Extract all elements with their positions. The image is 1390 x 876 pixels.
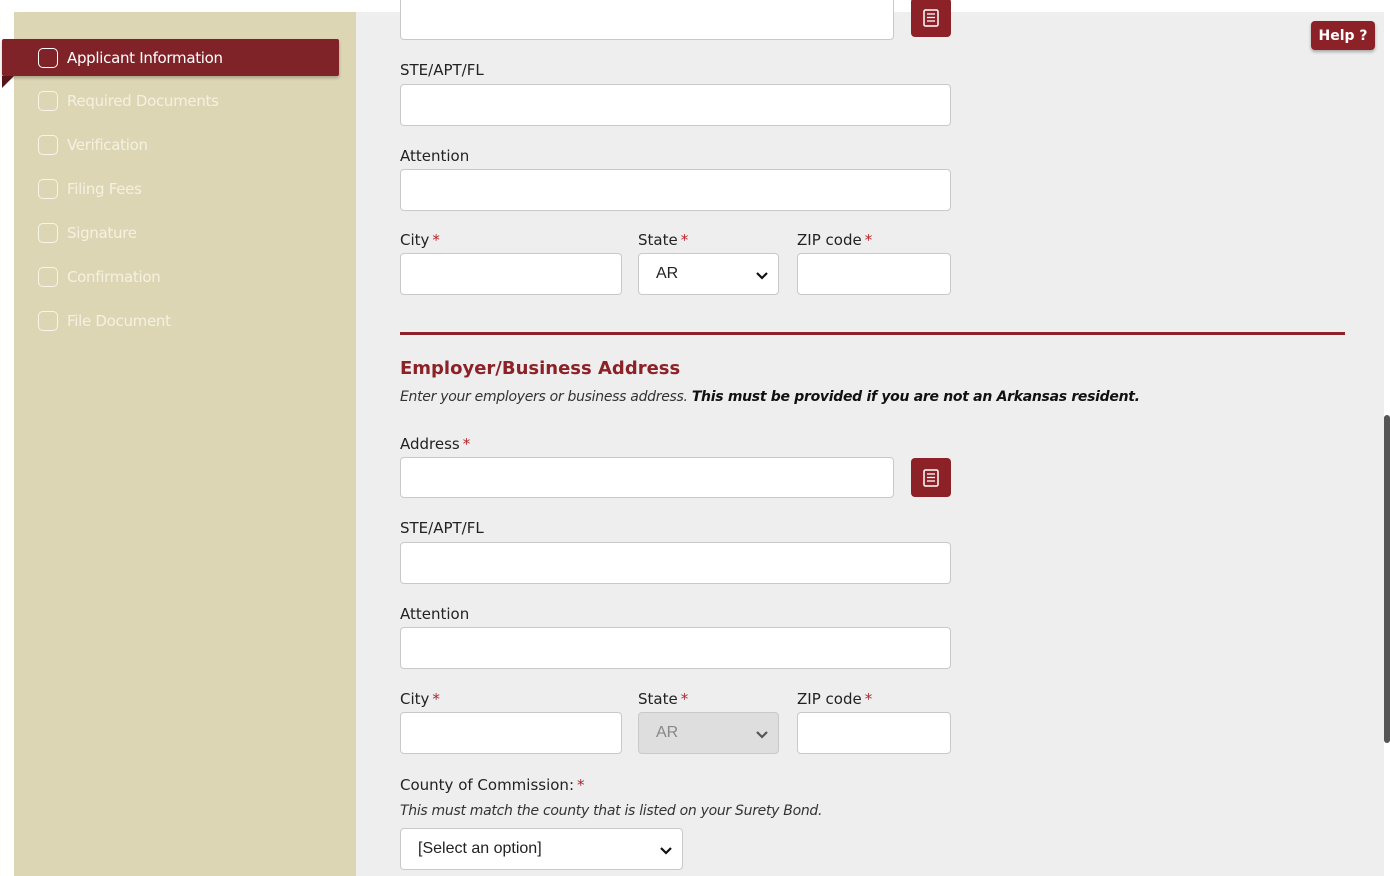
employer-zip-input[interactable]	[797, 712, 951, 754]
step-checkbox-icon	[38, 91, 58, 111]
suite-label: STE/APT/FL	[400, 519, 484, 537]
county-hint: This must match the county that is liste…	[400, 803, 823, 819]
home-state-select[interactable]: AR	[638, 253, 779, 295]
home-attention-input[interactable]	[400, 169, 951, 211]
address-book-icon	[923, 8, 939, 27]
step-checkbox-icon	[38, 311, 58, 331]
step-label: Required Documents	[67, 92, 219, 110]
step-tab-fold	[2, 76, 14, 88]
zip-label: ZIP code *	[797, 231, 873, 249]
step-label: Confirmation	[67, 268, 161, 286]
step-checkbox-icon	[38, 47, 58, 68]
employer-attention-input[interactable]	[400, 627, 951, 669]
section-title: Employer/Business Address	[400, 358, 681, 379]
step-label: Signature	[67, 224, 137, 242]
step-required-documents[interactable]: Required Documents	[38, 87, 219, 115]
step-applicant-information[interactable]: Applicant Information	[2, 39, 339, 76]
chevron-down-icon	[756, 272, 768, 280]
step-verification[interactable]: Verification	[38, 131, 148, 159]
step-label: Applicant Information	[67, 48, 223, 67]
home-zip-input[interactable]	[797, 253, 951, 295]
step-label: Verification	[67, 136, 148, 154]
step-checkbox-icon	[38, 179, 58, 199]
chevron-down-icon	[756, 731, 768, 739]
home-address-lookup-button[interactable]	[911, 0, 951, 37]
step-signature[interactable]: Signature	[38, 219, 137, 247]
help-button[interactable]: Help ?	[1311, 21, 1375, 50]
step-label: File Document	[67, 312, 171, 330]
employer-address-input[interactable]	[400, 457, 894, 498]
county-select[interactable]: [Select an option]	[400, 828, 683, 870]
page-scrollbar[interactable]	[1384, 415, 1390, 743]
employer-address-lookup-button[interactable]	[911, 458, 951, 497]
city-label: City *	[400, 231, 440, 249]
step-checkbox-icon	[38, 223, 58, 243]
attention-label: Attention	[400, 147, 470, 165]
section-divider	[400, 332, 1345, 335]
employer-suite-input[interactable]	[400, 542, 951, 584]
employer-city-input[interactable]	[400, 712, 622, 754]
home-city-input[interactable]	[400, 253, 622, 295]
zip-label: ZIP code *	[797, 690, 873, 708]
section-hint: Enter your employers or business address…	[400, 389, 1140, 405]
chevron-down-icon	[660, 847, 672, 855]
step-checkbox-icon	[38, 135, 58, 155]
step-label: Filing Fees	[67, 180, 142, 198]
step-confirmation[interactable]: Confirmation	[38, 263, 161, 291]
address-book-icon	[923, 468, 939, 487]
step-file-document[interactable]: File Document	[38, 307, 171, 335]
state-label: State *	[638, 231, 689, 249]
address-label: Address *	[400, 435, 471, 453]
home-suite-input[interactable]	[400, 84, 951, 126]
suite-label: STE/APT/FL	[400, 61, 484, 79]
step-filing-fees[interactable]: Filing Fees	[38, 175, 142, 203]
home-address-input[interactable]	[400, 0, 894, 40]
city-label: City *	[400, 690, 440, 708]
employer-state-select[interactable]: AR	[638, 712, 779, 754]
attention-label: Attention	[400, 605, 470, 623]
state-label: State *	[638, 690, 689, 708]
county-label: County of Commission: *	[400, 776, 585, 794]
step-checkbox-icon	[38, 267, 58, 287]
